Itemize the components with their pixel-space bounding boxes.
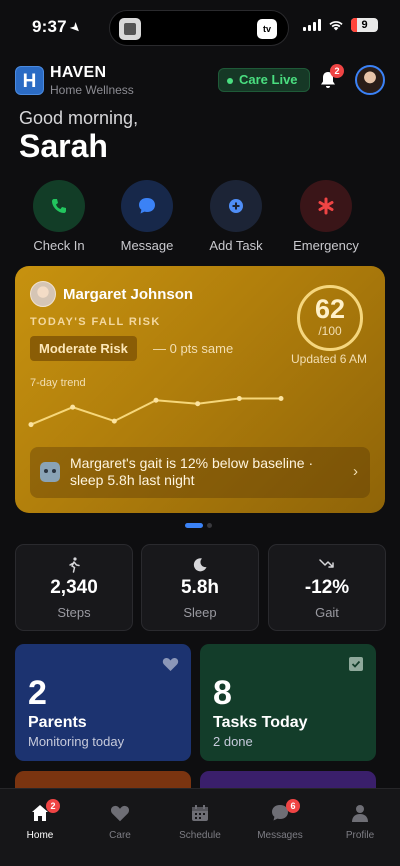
steps-value: 2,340: [50, 577, 98, 598]
moon-icon: [142, 557, 258, 573]
message-icon: [139, 198, 155, 214]
risk-level-badge: Moderate Risk: [30, 336, 137, 361]
person-icon: [352, 805, 368, 822]
tab-schedule[interactable]: Schedule: [160, 803, 240, 841]
tab-home-label: Home: [26, 830, 54, 841]
notifications-badge: 2: [330, 64, 344, 78]
fall-risk-heading: TODAY'S FALL RISK: [30, 316, 161, 328]
gait-stat[interactable]: -12% Gait: [268, 544, 386, 631]
wifi-icon: [328, 19, 344, 31]
brand-subtitle: Home Wellness: [50, 83, 134, 97]
tab-home[interactable]: 2 Home: [0, 799, 80, 841]
trend-sparkline: [28, 395, 284, 428]
calendar-icon: [192, 805, 208, 821]
user-name: Sarah: [19, 128, 108, 164]
sleep-label: Sleep: [183, 605, 217, 620]
checkbox-icon: [348, 656, 364, 677]
parent-name: Margaret Johnson: [63, 286, 194, 303]
tab-care[interactable]: Care: [80, 803, 160, 841]
tab-messages[interactable]: 6 Messages: [240, 799, 320, 841]
updated-time: Updated 6 AM: [291, 352, 368, 366]
parent-avatar: [30, 281, 56, 307]
app-logo: H: [15, 66, 44, 95]
sleep-stat[interactable]: 5.8h Sleep: [141, 544, 259, 631]
add-task-label: Add Task: [209, 238, 263, 253]
robot-icon: [40, 462, 60, 482]
trend-down-icon: [269, 557, 385, 573]
status-bar: 9:37➤ tv 9: [0, 0, 400, 54]
messages-badge: 6: [286, 799, 300, 813]
chevron-right-icon: ›: [353, 463, 358, 480]
parents-count: 2: [28, 674, 47, 712]
check-in-label: Check In: [33, 238, 85, 253]
heart-icon: [110, 805, 130, 822]
trend-label: 7-day trend: [30, 377, 86, 389]
apple-tv-icon: tv: [257, 19, 277, 39]
heart-icon: [162, 656, 179, 677]
notifications-button[interactable]: 2: [318, 64, 344, 90]
carousel-dot: [207, 523, 212, 528]
steps-label: Steps: [57, 605, 91, 620]
user-avatar[interactable]: [355, 65, 385, 95]
insight-text: Margaret's gait is 12% below baseline · …: [70, 455, 314, 488]
risk-score: 62: [314, 294, 346, 324]
trend-point: [195, 401, 201, 407]
care-live-badge[interactable]: Care Live: [218, 68, 310, 92]
dynamic-island[interactable]: tv: [109, 10, 289, 46]
now-playing-thumbnail: [119, 18, 141, 40]
greeting-line: Good morning,: [19, 108, 139, 128]
tasks-count: 8: [213, 674, 232, 712]
trend-point: [111, 418, 117, 424]
tasks-title: Tasks Today: [213, 714, 308, 731]
tab-profile-label: Profile: [345, 830, 375, 841]
ai-insight-row[interactable]: Margaret's gait is 12% below baseline · …: [30, 447, 370, 498]
tasks-tile[interactable]: 8 Tasks Today 2 done: [200, 644, 376, 761]
add-task-icon: [229, 199, 243, 213]
tasks-subtitle: 2 done: [213, 734, 253, 749]
gait-value: -12%: [304, 577, 350, 598]
fall-risk-card[interactable]: Margaret Johnson TODAY'S FALL RISK Moder…: [15, 266, 385, 513]
emergency-label: Emergency: [293, 238, 359, 253]
trend-point: [70, 404, 76, 410]
steps-stat[interactable]: 2,340 Steps: [15, 544, 133, 631]
phone-icon: [52, 199, 66, 213]
add-task-button[interactable]: Add Task: [191, 180, 281, 253]
cellular-signal-icon: [303, 19, 321, 31]
emergency-button[interactable]: Emergency: [281, 180, 371, 253]
battery-icon: 9: [351, 18, 378, 32]
carousel-indicator[interactable]: [185, 523, 212, 528]
risk-delta: — 0 pts same: [153, 341, 234, 356]
brand-name: HAVEN: [50, 64, 107, 81]
tab-messages-label: Messages: [257, 830, 303, 841]
emergency-icon: [318, 197, 334, 215]
carousel-dot-active: [185, 523, 203, 528]
message-label: Message: [120, 238, 174, 253]
trend-point: [153, 397, 159, 403]
parents-title: Parents: [28, 714, 87, 731]
home-badge: 2: [46, 799, 60, 813]
sleep-value: 5.8h: [180, 577, 220, 598]
tab-schedule-label: Schedule: [179, 830, 221, 841]
parents-tile[interactable]: 2 Parents Monitoring today: [15, 644, 191, 761]
parents-subtitle: Monitoring today: [28, 734, 125, 749]
trend-point: [28, 422, 34, 428]
tab-profile[interactable]: Profile: [320, 803, 400, 841]
status-time: 9:37➤: [32, 17, 85, 37]
risk-score-ring: 62 /100: [297, 285, 363, 351]
message-button[interactable]: Message: [102, 180, 192, 253]
risk-score-max: /100: [318, 324, 342, 338]
trend-point: [236, 395, 242, 401]
walking-icon: [16, 557, 132, 573]
quick-actions: Check In Message Add Task Emergency: [15, 180, 385, 260]
tab-bar: 2 Home Care Schedule 6 Messages Profile: [0, 788, 400, 866]
gait-label: Gait: [315, 605, 339, 620]
check-in-button[interactable]: Check In: [14, 180, 104, 253]
location-arrow-icon: ➤: [66, 18, 85, 37]
trend-point: [278, 395, 284, 401]
app-header: H HAVEN Home Wellness Care Live 2: [15, 62, 385, 100]
tab-care-label: Care: [109, 830, 131, 841]
